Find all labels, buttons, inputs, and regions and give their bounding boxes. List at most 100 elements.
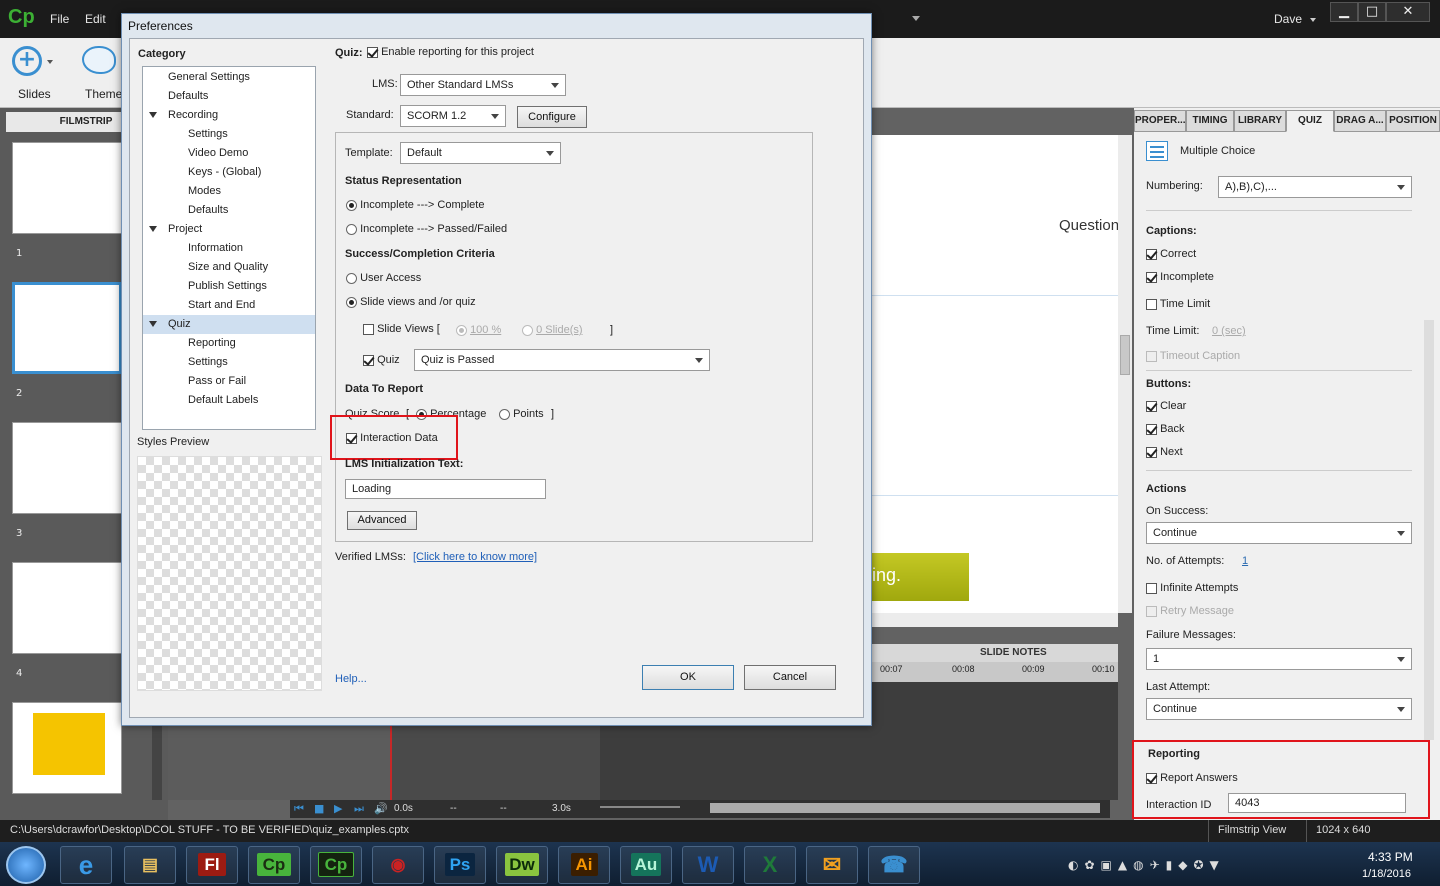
next-checkbox[interactable] — [1146, 446, 1157, 458]
quiz-criteria-select[interactable]: Quiz is Passed — [414, 349, 710, 371]
tree-item[interactable]: Quiz — [143, 315, 315, 334]
failure-messages-select[interactable]: 1 — [1146, 648, 1412, 670]
tree-item[interactable]: Default Labels — [143, 391, 315, 410]
ok-button[interactable]: OK — [642, 665, 734, 690]
zoom-slider[interactable] — [600, 806, 680, 808]
lync-taskbar-icon[interactable]: ☎ — [868, 846, 920, 884]
cancel-button[interactable]: Cancel — [744, 665, 836, 690]
on-success-select[interactable]: Continue — [1146, 522, 1412, 544]
next-icon[interactable]: ⏭ — [354, 802, 364, 816]
back-checkbox[interactable] — [1146, 423, 1157, 435]
quiz-criteria-checkbox[interactable] — [363, 354, 374, 366]
slide-views-checkbox[interactable] — [363, 323, 374, 335]
slide-thumbnail-4[interactable] — [12, 562, 122, 654]
workspace-dropdown-icon[interactable] — [912, 16, 920, 21]
caption-incomplete[interactable]: Incomplete — [1146, 271, 1214, 283]
attempts-value[interactable]: 1 — [1242, 555, 1248, 567]
caption-time-limit[interactable]: Time Limit — [1146, 298, 1210, 310]
slide-notes-label[interactable]: SLIDE NOTES — [980, 647, 1047, 658]
slide-notes-bar[interactable]: SLIDE NOTES — [872, 644, 1118, 662]
tree-item[interactable]: Recording — [143, 106, 315, 125]
button-clear[interactable]: Clear — [1146, 400, 1186, 412]
infinite-attempts-checkbox[interactable] — [1146, 582, 1157, 594]
tab-position[interactable]: POSITION — [1386, 110, 1440, 132]
rewind-icon[interactable]: ⏮ — [294, 802, 304, 816]
clear-checkbox[interactable] — [1146, 400, 1157, 412]
canvas-vertical-scrollbar[interactable] — [1118, 135, 1132, 613]
button-next[interactable]: Next — [1146, 446, 1183, 458]
quiz-option[interactable]: Quiz — [363, 354, 400, 366]
photoshop-taskbar-icon[interactable]: Ps — [434, 846, 486, 884]
media-taskbar-icon[interactable]: ◉ — [372, 846, 424, 884]
dreamweaver-taskbar-icon[interactable]: Dw — [496, 846, 548, 884]
minimize-button[interactable]: ▁ — [1330, 2, 1358, 22]
slide-thumbnail-5[interactable] — [12, 702, 122, 794]
numbering-select[interactable]: A),B),C),... — [1218, 176, 1412, 198]
slide-views-quiz-option[interactable]: Slide views and /or quiz — [346, 296, 476, 308]
tree-item[interactable]: Start and End — [143, 296, 315, 315]
tree-item[interactable]: Information — [143, 239, 315, 258]
user-access-radio[interactable] — [346, 272, 357, 284]
slides-add-icon[interactable]: + — [12, 46, 42, 76]
start-button[interactable] — [6, 846, 46, 884]
points-option[interactable]: Points — [499, 408, 544, 420]
tab-properties[interactable]: PROPER... — [1134, 110, 1186, 132]
system-tray-icons[interactable]: ◐✿▣▲◍✈▮◆✪▼ — [1068, 858, 1348, 874]
tree-item[interactable]: Video Demo — [143, 144, 315, 163]
stop-icon[interactable]: ■ — [314, 802, 324, 815]
tab-timing[interactable]: TIMING — [1186, 110, 1234, 132]
tree-item[interactable]: Project — [143, 220, 315, 239]
captivate-taskbar-icon-2[interactable]: Cp — [310, 846, 362, 884]
verified-lms-link[interactable]: [Click here to know more] — [413, 551, 537, 563]
clock-time[interactable]: 4:33 PM — [1368, 850, 1413, 864]
slide-views-option[interactable]: Slide Views [ — [363, 323, 440, 335]
status-passed-failed-radio[interactable] — [346, 223, 357, 235]
incomplete-checkbox[interactable] — [1146, 271, 1157, 283]
tree-item[interactable]: Pass or Fail — [143, 372, 315, 391]
tab-drag-and-drop[interactable]: DRAG A... — [1334, 110, 1386, 132]
explorer-icon[interactable]: ▤ — [124, 846, 176, 884]
tree-expand-icon[interactable] — [149, 321, 157, 327]
enable-reporting-checkbox[interactable] — [367, 46, 378, 58]
menu-edit[interactable]: Edit — [85, 12, 106, 26]
timeline-hscroll[interactable] — [710, 803, 1100, 813]
tab-quiz[interactable]: QUIZ — [1286, 110, 1334, 132]
standard-select[interactable]: SCORM 1.2 — [400, 105, 506, 127]
help-link[interactable]: Help... — [335, 673, 367, 685]
tree-item[interactable]: Publish Settings — [143, 277, 315, 296]
tree-expand-icon[interactable] — [149, 112, 157, 118]
captivate-taskbar-icon-1[interactable]: Cp — [248, 846, 300, 884]
tree-item[interactable]: Settings — [143, 125, 315, 144]
enable-reporting[interactable]: Enable reporting for this project — [367, 46, 534, 58]
themes-palette-icon[interactable] — [82, 46, 116, 74]
correct-checkbox[interactable] — [1146, 248, 1157, 260]
tree-item[interactable]: General Settings — [143, 68, 315, 87]
slides-chevron-icon[interactable] — [47, 60, 53, 64]
audio-icon[interactable]: 🔊 — [374, 802, 388, 815]
menu-file[interactable]: File — [50, 12, 69, 26]
panel-scrollbar[interactable] — [1424, 320, 1434, 740]
interaction-id-input[interactable]: 4043 — [1228, 793, 1406, 813]
lms-select[interactable]: Other Standard LMSs — [400, 74, 566, 96]
scroll-thumb[interactable] — [1120, 335, 1130, 375]
tree-item[interactable]: Settings — [143, 353, 315, 372]
infinite-attempts[interactable]: Infinite Attempts — [1146, 582, 1238, 594]
word-taskbar-icon[interactable]: W — [682, 846, 734, 884]
excel-taskbar-icon[interactable]: X — [744, 846, 796, 884]
maximize-button[interactable]: □ — [1358, 2, 1386, 22]
clock-date[interactable]: 1/18/2016 — [1362, 868, 1411, 880]
tree-item[interactable]: Reporting — [143, 334, 315, 353]
loading-banner[interactable]: ing. — [872, 553, 969, 601]
illustrator-taskbar-icon[interactable]: Ai — [558, 846, 610, 884]
audition-taskbar-icon[interactable]: Au — [620, 846, 672, 884]
time-limit-checkbox[interactable] — [1146, 298, 1157, 310]
tree-item[interactable]: Defaults — [143, 201, 315, 220]
tree-item[interactable]: Modes — [143, 182, 315, 201]
status-option-passed-failed[interactable]: Incomplete ---> Passed/Failed — [346, 223, 507, 235]
button-back[interactable]: Back — [1146, 423, 1185, 435]
advanced-button[interactable]: Advanced — [347, 511, 417, 530]
slides-label[interactable]: Slides — [18, 87, 51, 101]
status-complete-radio[interactable] — [346, 199, 357, 211]
lms-init-input[interactable]: Loading — [345, 479, 546, 499]
tree-item[interactable]: Keys - (Global) — [143, 163, 315, 182]
